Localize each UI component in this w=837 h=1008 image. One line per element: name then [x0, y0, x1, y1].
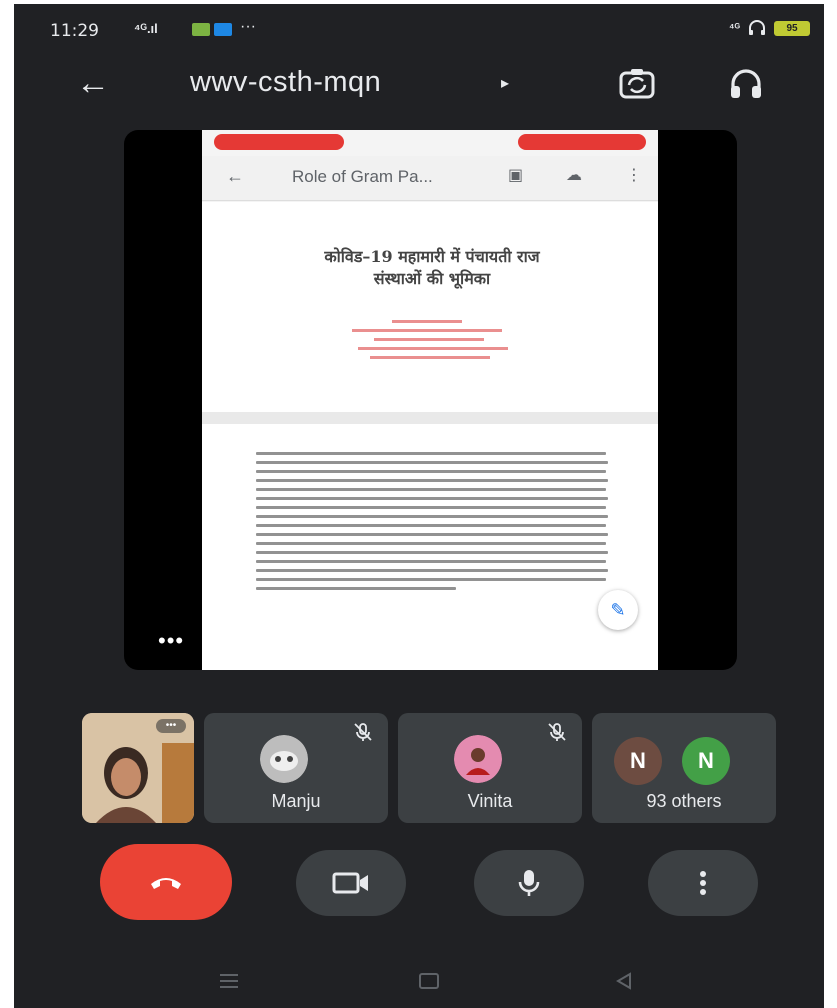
- status-right: ⁴ᴳ 95: [729, 20, 810, 36]
- end-call-button[interactable]: [100, 844, 232, 920]
- shared-document: ← Role of Gram Pa... ▣ ☁ ⋮ कोविड–19 महाम…: [202, 130, 658, 670]
- more-notifications-icon: ···: [240, 18, 256, 35]
- body-text-line: [256, 560, 606, 563]
- body-text-line: [256, 488, 606, 491]
- body-text-line: [256, 497, 608, 500]
- status-time: 11:29: [50, 21, 99, 41]
- participant-avatar: [260, 735, 308, 783]
- body-text-line: [256, 587, 456, 590]
- self-video-tile[interactable]: •••: [82, 713, 194, 823]
- body-text-line: [256, 533, 608, 536]
- author-line: [352, 329, 502, 332]
- meeting-header: ← wwv-csth-mqn ▸: [14, 56, 824, 112]
- nav-back-icon[interactable]: [614, 972, 634, 995]
- heading-line-1: कोविड–19 महामारी में पंचायती राज: [324, 247, 540, 266]
- cloud-upload-icon: ☁: [566, 167, 582, 184]
- headset-status-icon: [749, 20, 765, 35]
- author-line: [370, 356, 490, 359]
- mic-off-icon: [548, 723, 566, 741]
- more-options-button[interactable]: [648, 850, 758, 916]
- edit-pencil-icon: ✎: [598, 590, 638, 630]
- signal-indicator: ⁴ᴳ.ıl: [134, 21, 158, 36]
- participant-name: Manju: [271, 791, 321, 811]
- body-text-line: [256, 515, 608, 518]
- end-call-icon: [151, 878, 181, 889]
- phone-screen: 11:29 ⁴ᴳ.ıl ··· ⁴ᴳ 95 ← wwv-csth-mqn ▸ ←…: [14, 4, 824, 1008]
- document-more-icon: ⋮: [626, 167, 642, 184]
- red-pill-indicator: [214, 134, 344, 150]
- others-tile[interactable]: N N 93 others: [592, 713, 776, 823]
- heading-line-2: संस्थाओं की भूमिका: [373, 269, 491, 288]
- red-pill-indicator: [518, 134, 646, 150]
- body-text-line: [256, 461, 608, 464]
- document-title: Role of Gram Pa...: [292, 167, 433, 186]
- body-text-line: [256, 452, 606, 455]
- participant-tile-vinita[interactable]: Vinita: [398, 713, 582, 823]
- document-toolbar: ← Role of Gram Pa... ▣ ☁ ⋮: [202, 156, 658, 201]
- body-text-line: [256, 542, 606, 545]
- headphones-icon[interactable]: [728, 66, 764, 102]
- document-heading: कोविड–19 महामारी में पंचायती राज संस्थाओ…: [272, 246, 592, 290]
- others-count: 93 others: [646, 791, 722, 811]
- stage-more-icon[interactable]: •••: [158, 628, 184, 654]
- system-navigation-bar: [14, 954, 824, 1008]
- participant-avatar: [454, 735, 502, 783]
- notification-icon: [192, 23, 210, 36]
- document-back-icon: ←: [226, 166, 244, 186]
- wifi-icon: ⁴ᴳ: [729, 22, 740, 34]
- meeting-info-caret-icon[interactable]: ▸: [501, 73, 509, 93]
- camera-icon: [332, 872, 368, 894]
- document-view-icon: ▣: [508, 167, 524, 184]
- recent-apps-icon[interactable]: [218, 972, 240, 995]
- mic-off-icon: [354, 723, 372, 741]
- body-text-line: [256, 578, 606, 581]
- more-vertical-icon: [700, 871, 706, 895]
- shared-screen[interactable]: ← Role of Gram Pa... ▣ ☁ ⋮ कोविड–19 महाम…: [124, 130, 737, 670]
- camera-toggle-button[interactable]: [296, 850, 406, 916]
- author-line: [392, 320, 462, 323]
- body-text-line: [256, 506, 606, 509]
- participant-name: Vinita: [467, 791, 513, 811]
- self-tile-more-icon[interactable]: •••: [156, 719, 186, 733]
- back-arrow-icon[interactable]: ←: [76, 66, 110, 100]
- switch-camera-icon[interactable]: [618, 66, 656, 102]
- document-page-one: कोविड–19 महामारी में पंचायती राज संस्थाओ…: [202, 202, 658, 412]
- body-text-line: [256, 551, 608, 554]
- body-text-line: [256, 479, 608, 482]
- microphone-toggle-button[interactable]: [474, 850, 584, 916]
- battery-icon: 95: [774, 20, 810, 36]
- body-text-line: [256, 569, 608, 572]
- notification-icon: [214, 23, 232, 36]
- participant-avatar: N: [614, 737, 662, 785]
- author-line: [374, 338, 484, 341]
- author-line: [358, 347, 508, 350]
- home-icon[interactable]: [418, 972, 440, 995]
- presenter-name: Dr. Yoginder Singh: [238, 622, 468, 652]
- participant-avatar: N: [682, 737, 730, 785]
- participant-tile-manju[interactable]: Manju: [204, 713, 388, 823]
- meeting-code[interactable]: wwv-csth-mqn: [190, 66, 381, 99]
- body-text-line: [256, 470, 606, 473]
- page-separator: [202, 412, 658, 424]
- body-text-line: [256, 524, 606, 527]
- status-bar: 11:29 ⁴ᴳ.ıl ··· ⁴ᴳ 95: [14, 4, 824, 56]
- microphone-icon: [518, 870, 540, 896]
